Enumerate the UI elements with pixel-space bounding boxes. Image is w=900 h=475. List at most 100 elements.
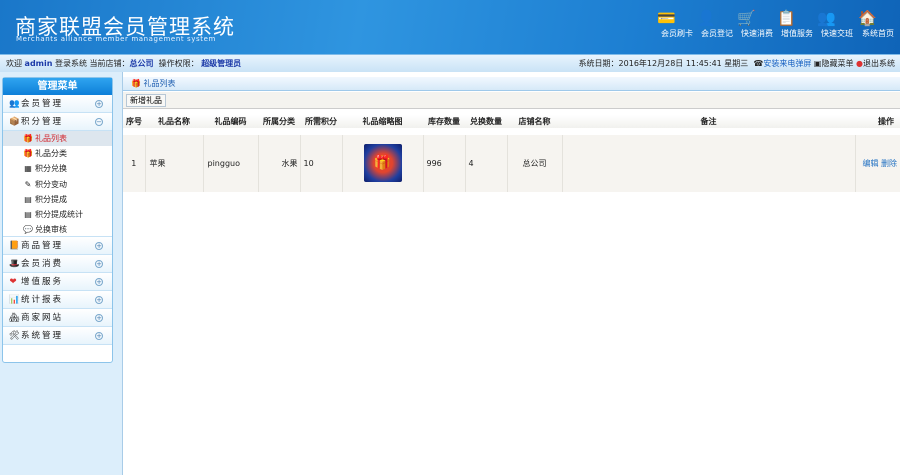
expand-icon[interactable]: +: [95, 296, 103, 305]
expand-icon[interactable]: +: [95, 100, 103, 108]
col-exchanged: 兑换数量: [465, 115, 507, 132]
users-swap-icon: 👥: [817, 9, 836, 27]
system-date: 系统日期：2016年12月28日 11:45:41 星期三: [578, 59, 749, 68]
toolbar-quick-consume[interactable]: 🛒 快速消费: [737, 8, 777, 39]
expand-icon[interactable]: +: [95, 242, 103, 251]
user-icon: 👤: [697, 9, 716, 27]
welcome-text: 欢迎: [6, 59, 22, 68]
menu-group-consume[interactable]: 🎩会员消费 +: [3, 255, 112, 274]
col-name: 礼品名称: [145, 115, 203, 132]
gift-thumbnail-image: 🎁: [363, 144, 402, 183]
book-icon: ▤: [24, 194, 32, 204]
consume-icon: 🎩: [9, 259, 22, 270]
cell-thumbnail: 🎁: [342, 127, 424, 192]
menu-group-goods[interactable]: 📙商品管理 +: [3, 237, 112, 256]
col-points: 所需积分: [300, 115, 342, 132]
table-row: 1 苹果 pingguo 水果 10 🎁 996 4 总公司 编辑 删除: [123, 127, 900, 192]
table-header: 序号 礼品名称 礼品编码 所属分类 所需积分 礼品缩略图 库存数量 兑换数量 店…: [123, 115, 900, 132]
app-subtitle: Merchants alliance member management sys…: [16, 35, 216, 43]
col-thumbnail: 礼品缩略图: [342, 115, 423, 132]
toolbar-value-added[interactable]: 📋 增值服务: [777, 8, 817, 39]
delete-link[interactable]: 删除: [881, 159, 897, 168]
col-store: 店铺名称: [507, 115, 562, 132]
cart-icon: 🛒: [737, 9, 756, 27]
menu-item-gift-category[interactable]: 🎁 礼品分类: [3, 146, 112, 161]
exchange-icon: ▦: [24, 164, 32, 174]
col-actions: 操作: [855, 115, 900, 132]
expand-icon[interactable]: +: [95, 332, 103, 341]
expand-icon[interactable]: +: [95, 314, 103, 323]
gift-table: 序号 礼品名称 礼品编码 所属分类 所需积分 礼品缩略图 库存数量 兑换数量 店…: [123, 115, 900, 192]
card-icon: 💳: [657, 9, 676, 27]
page-title: 礼品列表: [143, 79, 176, 88]
current-store: 总公司: [129, 59, 154, 68]
book-icon: ▤: [24, 209, 32, 219]
document-icon: 📋: [777, 9, 796, 27]
menu-group-points[interactable]: 📦积分管理 −: [3, 113, 112, 131]
cell-no: 1: [123, 127, 146, 192]
install-popup-link[interactable]: 安装来电弹屏: [763, 59, 811, 68]
menu-item-gift-list[interactable]: 🎁 礼品列表: [3, 131, 112, 147]
menu-item-points-change[interactable]: ✎ 积分变动: [3, 177, 112, 192]
expand-icon[interactable]: +: [95, 278, 103, 287]
menu-item-exchange-review[interactable]: 💬 兑换审核: [3, 222, 112, 238]
permission-label: 操作权限：: [158, 59, 199, 68]
goods-icon: 📙: [9, 241, 22, 252]
cell-points: 10: [300, 127, 343, 192]
menu-item-points-commission[interactable]: ▤ 积分提成: [3, 192, 112, 207]
gift-icon: 🎁: [131, 79, 141, 88]
expand-icon[interactable]: +: [95, 260, 103, 269]
cell-actions: 编辑 删除: [855, 127, 900, 192]
cell-exchanged: 4: [465, 127, 508, 192]
members-icon: 👥: [9, 99, 22, 109]
toolbar-shift-handover[interactable]: 👥 快速交班: [817, 8, 857, 39]
phone-icon: ☎: [753, 59, 764, 68]
header-banner: 商家联盟会员管理系统 Merchants alliance member man…: [0, 0, 900, 54]
col-category: 所属分类: [258, 115, 300, 132]
box-icon: 📦: [9, 117, 22, 127]
hide-menu-link[interactable]: 隐藏菜单: [821, 59, 853, 68]
col-no: 序号: [123, 115, 145, 132]
house-icon: 🏘: [9, 313, 22, 324]
tools-icon: 🛠: [9, 331, 22, 342]
menu-panel: 管理菜单 👥会员管理 + 📦积分管理 − 🎁 礼品列表 🎁 礼品分类 ▦ 积分兑换 ✎ 积分…: [2, 77, 113, 363]
toolbar-member-card[interactable]: 💳 会员刷卡: [657, 8, 697, 39]
cell-remark: [562, 127, 856, 192]
menu-group-value-added[interactable]: ❤ 增值服务 +: [3, 273, 112, 292]
menu-group-system[interactable]: 🛠系统管理 +: [3, 327, 112, 346]
cell-category: 水果: [258, 127, 301, 192]
toolbar-home[interactable]: 🏠 系统首页: [858, 8, 898, 39]
add-gift-button[interactable]: 新增礼品: [126, 94, 166, 107]
sidebar: 管理菜单 👥会员管理 + 📦积分管理 − 🎁 礼品列表 🎁 礼品分类 ▦ 积分兑换 ✎ 积分…: [0, 72, 123, 475]
menu-group-website[interactable]: 🏘商家网站 +: [3, 309, 112, 328]
cell-name: 苹果: [145, 127, 204, 192]
menu-item-points-exchange[interactable]: ▦ 积分兑换: [3, 161, 112, 176]
pencil-icon: ✎: [24, 179, 32, 189]
cell-store: 总公司: [507, 127, 563, 192]
menu-group-reports[interactable]: 📊统计报表 +: [3, 291, 112, 310]
gift-icon: 🎁: [23, 134, 33, 143]
menu-item-commission-stats[interactable]: ▤ 积分提成统计: [3, 207, 112, 222]
heart-icon: ❤: [9, 277, 19, 288]
chart-icon: 📊: [9, 295, 22, 306]
main-content: 🎁 礼品列表 新增礼品 序号 礼品名称 礼品编码 所属分类 所需积分 礼品缩略图…: [123, 72, 900, 475]
permission-value: 超级管理员: [201, 59, 242, 68]
action-bar: 新增礼品: [123, 92, 900, 109]
menu-group-member[interactable]: 👥会员管理 +: [3, 95, 112, 113]
menu-title: 管理菜单: [3, 78, 112, 95]
cell-code: pingguo: [203, 127, 259, 192]
home-icon: 🏠: [858, 9, 877, 27]
chat-icon: 💬: [23, 225, 33, 235]
collapse-icon[interactable]: −: [95, 118, 103, 126]
toolbar-member-register[interactable]: 👤 会员登记: [697, 8, 737, 39]
col-remark: 备注: [562, 115, 855, 132]
cell-stock: 996: [423, 127, 466, 192]
logout-link[interactable]: 退出系统: [863, 59, 895, 68]
info-bar: 欢迎 admin 登录系统 当前店铺：总公司 操作权限： 超级管理员 系统日期：…: [0, 54, 900, 72]
page-title-bar: 🎁 礼品列表: [123, 77, 900, 91]
username: admin: [24, 59, 53, 68]
store-label: 当前店铺：: [89, 59, 130, 68]
login-text: 登录系统: [55, 59, 87, 68]
logout-icon: ●: [856, 59, 863, 68]
edit-link[interactable]: 编辑: [862, 159, 878, 168]
